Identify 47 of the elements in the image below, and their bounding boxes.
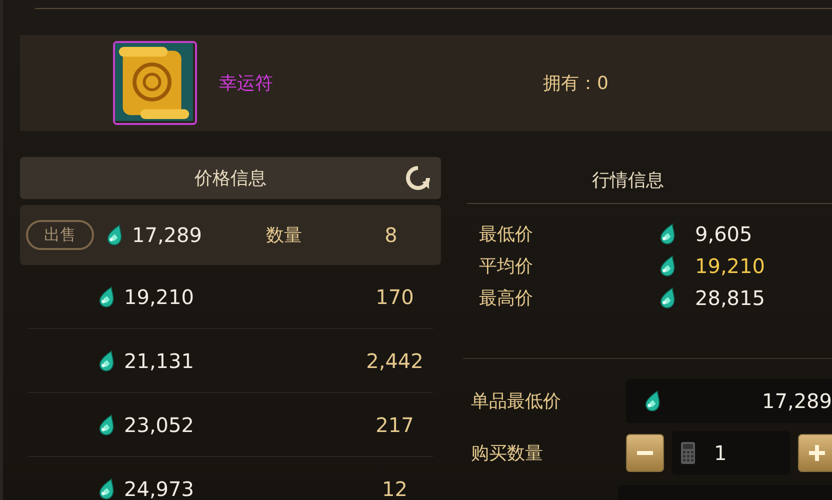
listing-row[interactable]: 19,210 170 — [28, 265, 433, 329]
gem-icon — [98, 286, 116, 308]
listing-row[interactable]: 24,973 12 — [28, 457, 433, 500]
price-text: 19,210 — [124, 284, 194, 308]
unit-price-text: 17,289 — [761, 389, 832, 413]
stat-value: 28,815 — [695, 286, 765, 310]
quantity-text: 12 — [381, 476, 408, 500]
unit-price-label: 单品最低价 — [470, 390, 562, 413]
price-text: 23,052 — [124, 412, 194, 436]
gem-icon — [98, 478, 116, 500]
stat-label: 最低价 — [479, 223, 534, 246]
minus-icon — [637, 451, 653, 455]
refresh-icon[interactable] — [405, 165, 431, 191]
quantity-text: 2,442 — [365, 348, 424, 372]
plus-icon — [807, 443, 827, 463]
listing-row[interactable]: 23,052 217 — [28, 393, 433, 457]
plus-button[interactable] — [798, 434, 832, 472]
gem-icon — [106, 224, 124, 246]
gem-icon — [659, 287, 677, 309]
stat-label: 平均价 — [479, 255, 534, 278]
quantity-field[interactable]: 1 — [672, 431, 790, 475]
panel-title: 行情信息 — [591, 169, 665, 193]
quantity-label: 数量 — [266, 224, 303, 247]
item-name: 幸运符 — [219, 72, 273, 95]
stat-label: 最高价 — [479, 287, 534, 310]
gem-icon — [98, 414, 116, 436]
price-text: 24,973 — [124, 476, 194, 500]
quantity-text: 217 — [374, 412, 415, 436]
gem-icon — [659, 223, 677, 245]
quantity-text: 170 — [374, 284, 415, 308]
quantity-text: 8 — [384, 223, 398, 247]
panel-title: 价格信息 — [194, 167, 266, 190]
price-text: 21,131 — [124, 348, 194, 372]
gem-icon — [98, 350, 116, 372]
stat-value: 19,210 — [695, 254, 765, 278]
stat-value: 9,605 — [695, 222, 752, 246]
scroll-icon — [113, 41, 197, 125]
sell-button[interactable]: 出售 — [26, 220, 94, 250]
price-text: 17,289 — [132, 223, 202, 247]
listing-row[interactable]: 21,131 2,442 — [28, 329, 433, 393]
quantity-label: 购买数量 — [470, 442, 544, 465]
minus-button[interactable] — [626, 434, 664, 472]
listing-row[interactable]: 出售 17,289 数量 8 — [20, 205, 441, 265]
calculator-icon — [680, 441, 696, 465]
gem-icon — [644, 390, 662, 412]
owned-count: 拥有：0 — [543, 72, 608, 95]
gem-icon — [659, 255, 677, 277]
